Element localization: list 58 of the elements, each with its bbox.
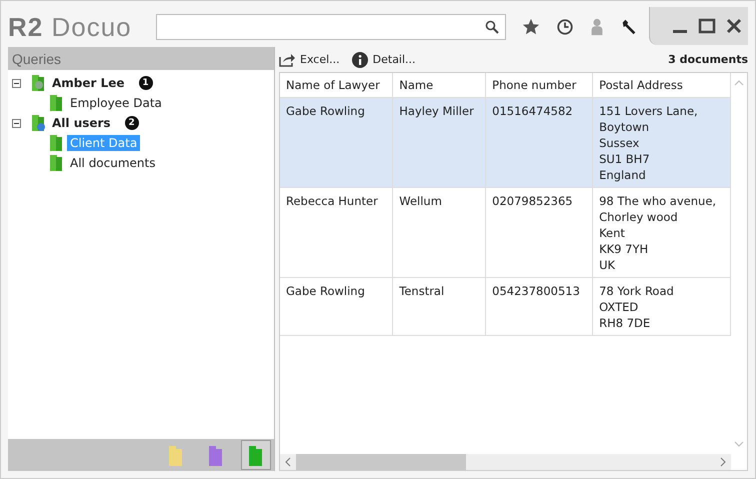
address-line: 98 The who avenue, [599, 193, 718, 209]
table-row[interactable]: Rebecca Hunter Wellum 02079852365 98 The who avenue, Chorley wood Kent KK9 7YH UK [280, 188, 730, 278]
document-count: 3 documents [668, 53, 748, 66]
folder-filter-button[interactable] [241, 440, 271, 470]
maximize-icon[interactable] [698, 18, 716, 34]
tree-item[interactable]: Employee Data [67, 95, 165, 111]
address-line: 78 York Road [599, 283, 675, 299]
address-line: KK9 7YH [599, 241, 650, 257]
table-cell: Hayley Miller [399, 104, 474, 118]
detail-button[interactable]: Detail... [352, 52, 416, 68]
tree-item[interactable]: Amber Lee [49, 75, 128, 91]
address-line: Kent [599, 225, 626, 241]
tree-item[interactable]: All users [49, 115, 114, 131]
folder-icon [48, 154, 64, 172]
table-cell: Gabe Rowling [286, 104, 365, 118]
logo-mark: R2 [8, 12, 44, 42]
table-cell: Gabe Rowling [286, 284, 365, 298]
address-line: SU1 BH7 [599, 151, 651, 167]
address-line: Boytown [599, 119, 650, 135]
count-badge: 1 [138, 76, 153, 90]
logo-name: Docuo [51, 12, 132, 42]
address-line: RH8 7DE [599, 315, 652, 331]
table-cell: Rebecca Hunter [286, 194, 378, 208]
scroll-right-icon[interactable] [719, 457, 727, 467]
table-cell: Tenstral [399, 284, 444, 298]
table-cell: 054237800513 [492, 284, 580, 298]
info-icon [352, 52, 368, 68]
search-icon[interactable] [485, 20, 499, 34]
collapse-icon[interactable] [12, 118, 21, 128]
address-line: Chorley wood [599, 209, 679, 225]
address-line: 151 Lovers Lane, [599, 103, 699, 119]
horizontal-scrollbar[interactable] [280, 454, 731, 470]
globe-folder-icon [30, 114, 46, 132]
export-excel-button[interactable]: Excel... [279, 52, 340, 66]
user-icon[interactable] [590, 18, 604, 36]
folder-icon [48, 94, 64, 112]
table-cell: Wellum [399, 194, 442, 208]
folder-icon [48, 134, 64, 152]
collapse-icon[interactable] [12, 78, 21, 88]
export-icon [279, 52, 295, 66]
table-cell: 02079852365 [492, 194, 573, 208]
table-row[interactable]: Gabe Rowling Tenstral 054237800513 78 York Road OXTED RH8 7DE [280, 278, 730, 336]
table-row[interactable]: Gabe Rowling Hayley Miller 01516474582 151 Lovers Lane, Boytown Sussex SU1 BH7 England [280, 98, 730, 188]
address-line: England [599, 167, 647, 183]
scrollbar-thumb[interactable] [296, 454, 466, 470]
table-cell: 01516474582 [492, 104, 573, 118]
star-icon[interactable] [522, 18, 540, 36]
queries-title: Queries [12, 50, 62, 66]
address-line: UK [599, 257, 616, 273]
search-field[interactable] [156, 14, 506, 40]
address-line: OXTED [599, 299, 640, 315]
address-line: Sussex [599, 135, 640, 151]
close-icon[interactable] [726, 18, 742, 34]
scroll-left-icon[interactable] [284, 457, 292, 467]
user-folder-icon [30, 74, 46, 92]
count-badge: 2 [124, 116, 139, 130]
clock-icon[interactable] [556, 18, 574, 36]
tree-item[interactable]: All documents [67, 155, 158, 171]
